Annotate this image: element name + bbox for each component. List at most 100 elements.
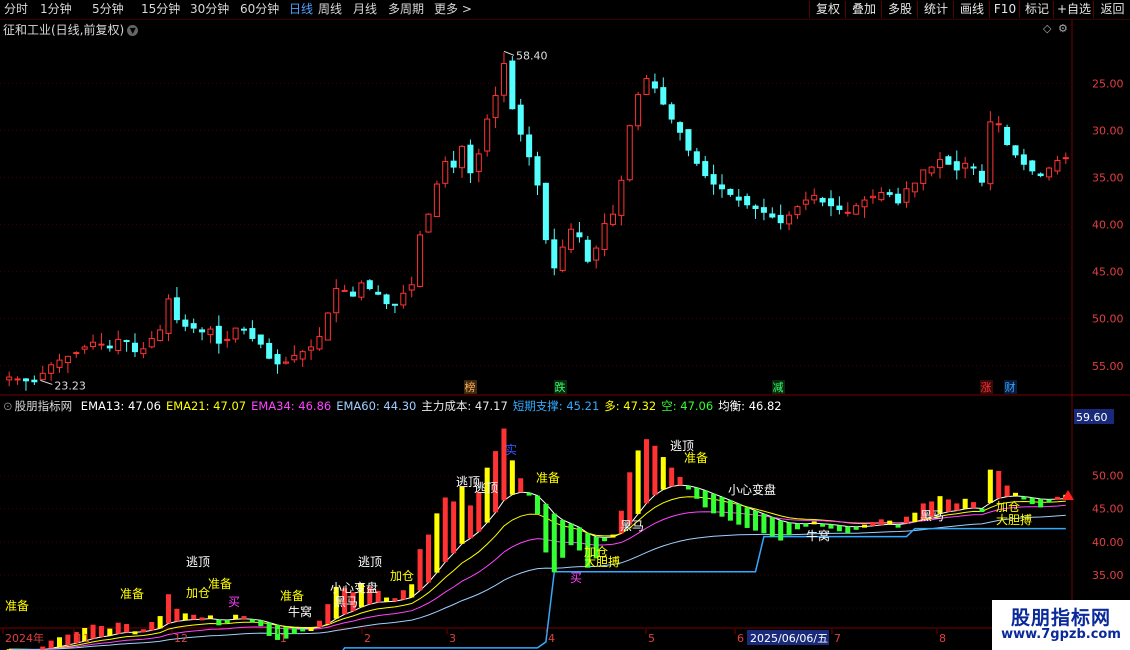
indicator-signals: 准备准备逃顶加仓准备买 准备牛窝黑马小心变盘逃顶加仓逃顶逃顶实准备加仓大胆搏买黑马… (5, 439, 1032, 619)
indicator-bar (233, 614, 239, 620)
date-axis-label: 6 (737, 632, 744, 645)
high-price-label: 58.40 (516, 49, 548, 62)
candle-body (827, 198, 835, 207)
candle-body (911, 182, 918, 193)
indicator-bar (174, 608, 180, 622)
candle-body (651, 81, 658, 89)
indicator-bar (1004, 485, 1010, 497)
indicator-bar (971, 502, 977, 508)
signal-label: 准备 (536, 471, 560, 485)
candle-body (215, 325, 222, 344)
price-axis-label: 50.00 (1092, 313, 1124, 326)
candle-body (207, 328, 214, 336)
candle-body (643, 78, 650, 96)
indicator-legend-items: EMA13: 47.06 EMA21: 47.07 EMA34: 46.86 EMA6… (81, 399, 787, 413)
indicator-bar (660, 457, 666, 490)
signal-label: 准备 (120, 587, 144, 601)
candle-body (291, 354, 298, 361)
indicator-bar (551, 513, 557, 573)
candle-body (635, 94, 642, 127)
candle-body (702, 161, 709, 177)
indicator-bar (325, 604, 331, 624)
candle-body (886, 192, 893, 195)
indicator-bar (677, 476, 683, 486)
price-axis: 55.00 50.00 45.00 40.00 35.00 30.00 25.00 (1092, 77, 1124, 372)
candle-body (987, 121, 994, 185)
indicator-bar (912, 512, 918, 522)
candle-body (341, 289, 348, 292)
low-marker-line (40, 379, 53, 385)
indicator-bar (191, 614, 197, 620)
signal-label: 加仓 (996, 500, 1020, 514)
candle-body (1046, 167, 1053, 178)
candle-body (1012, 145, 1019, 156)
candle-body (157, 329, 164, 342)
indicator-bar (1046, 499, 1052, 503)
candle-body (819, 197, 826, 203)
event-marker-label: 跌 (555, 380, 566, 394)
candle-body (811, 194, 818, 201)
candle-body (878, 192, 885, 201)
indicator-bar (962, 498, 968, 509)
legend-item: EMA60: 44.30 (336, 399, 417, 413)
candle-body (735, 196, 742, 201)
indicator-bar (98, 626, 104, 637)
candle-body (467, 144, 474, 174)
indicator-bar (316, 620, 322, 628)
date-axis-label: 3 (449, 632, 456, 645)
indicator-bar (845, 526, 851, 534)
indicator-bar (241, 616, 247, 620)
indicator-bar (166, 594, 172, 624)
candle-body (760, 207, 767, 213)
date-axis-label: 12 (174, 632, 188, 645)
candle-body (895, 193, 902, 204)
indicator-bar (996, 470, 1002, 499)
indicator-top-value: 59.60 (1076, 411, 1108, 424)
indicator-bar (518, 478, 524, 493)
indicator-bar (300, 628, 306, 632)
signal-label: 牛窝 (806, 528, 830, 543)
candle-body (769, 213, 776, 218)
indicator-bar (987, 469, 993, 503)
indicator-bar (409, 584, 415, 598)
signal-label: 加仓 (390, 569, 414, 583)
candle-body (6, 376, 13, 381)
indicator-bar (258, 620, 264, 627)
indicator-name[interactable]: 股朋指标网 (15, 399, 73, 413)
indicator-bar (769, 517, 775, 537)
candle-body (542, 182, 549, 241)
indicator-bar (719, 496, 725, 517)
gear-icon[interactable]: ⊙ (3, 399, 13, 413)
indicator-legend: ⊙ 股朋指标网 EMA13: 47.06 EMA21: 47.07 EMA34: 46… (3, 398, 792, 414)
candle-body (777, 214, 784, 224)
site-watermark: 股朋指标网 www.7gpzb.com (992, 600, 1130, 650)
stock-chart[interactable]: 58.40 23.23 55.00 50.00 45.00 40.00 35.00 30.0… (0, 0, 1130, 650)
indicator-bar (1029, 497, 1035, 505)
price-axis-label: 40.00 (1092, 219, 1124, 232)
indicator-bar (853, 526, 859, 530)
high-marker-line (503, 50, 515, 56)
price-axis-label: 55.00 (1092, 360, 1124, 373)
candle-body (869, 195, 876, 199)
legend-item: 空: 47.06 (661, 399, 714, 413)
signal-label: 逃顶 (358, 555, 382, 569)
candle-body (844, 211, 851, 214)
candle-body (56, 359, 63, 368)
candle-body (358, 282, 365, 298)
indicator-bar (1021, 496, 1027, 500)
indicator-bar (417, 549, 423, 591)
candle-body (173, 297, 180, 321)
candle-body (953, 161, 960, 171)
candle-body (73, 352, 80, 355)
indicator-bar (669, 467, 675, 487)
indicator-bar (786, 522, 792, 536)
indicator-bar (90, 624, 96, 639)
candle-body (299, 351, 306, 360)
indicator-bar (761, 513, 767, 534)
signal-label: 准备 (280, 589, 304, 603)
legend-item: EMA21: 47.07 (165, 399, 247, 413)
candle-body (517, 104, 524, 135)
candle-body (609, 213, 616, 225)
candle-body (978, 170, 985, 183)
indicator-axis-label: 35.00 (1092, 569, 1124, 582)
